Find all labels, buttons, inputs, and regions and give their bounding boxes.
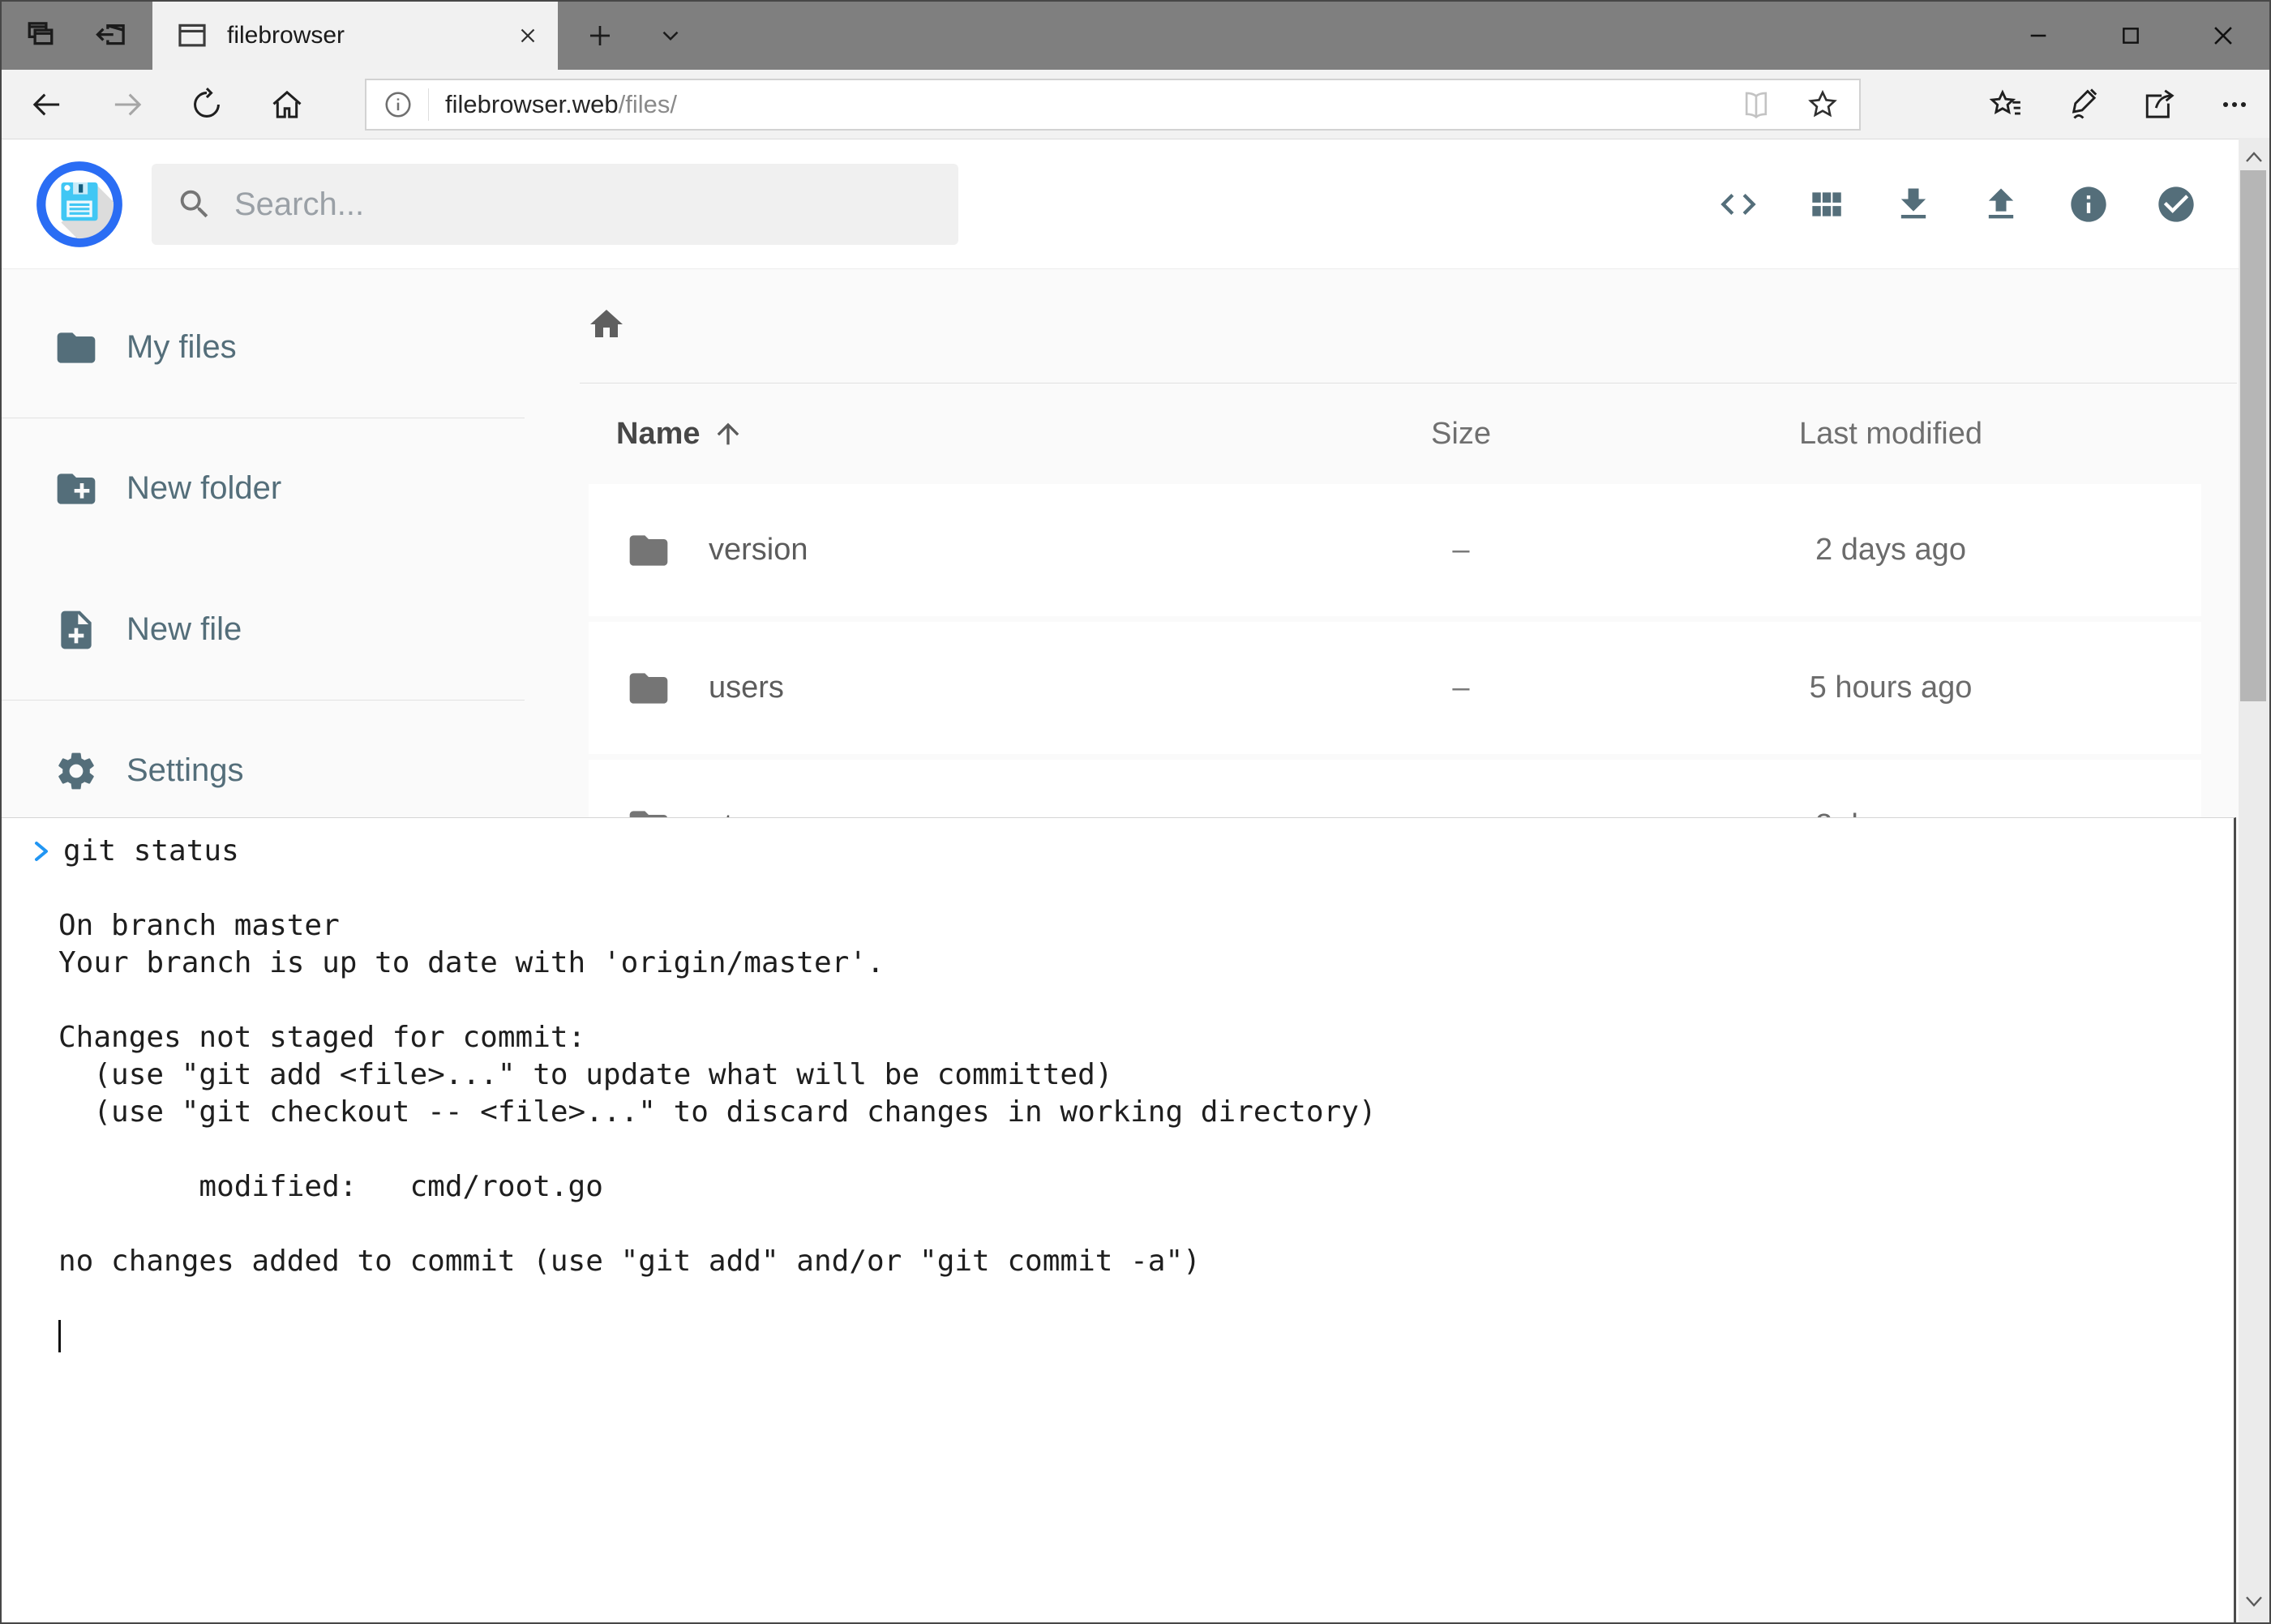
- listing-header: Name Size Last modified: [589, 384, 2201, 484]
- vertical-scrollbar[interactable]: [2239, 138, 2269, 1622]
- select-check-icon[interactable]: [2155, 183, 2197, 225]
- navbar: filebrowser.web/files/: [2, 70, 2269, 139]
- browser-tab[interactable]: filebrowser: [152, 2, 558, 70]
- breadcrumb-home-icon[interactable]: [587, 305, 626, 344]
- address-bar[interactable]: filebrowser.web/files/: [365, 79, 1861, 131]
- terminal-output-line: [58, 982, 2217, 1019]
- header-actions: [1717, 139, 2197, 269]
- sidebar-item-label: My files: [126, 329, 237, 366]
- scroll-up-icon[interactable]: [2241, 144, 2267, 170]
- terminal-output-line: no changes added to commit (use "git add…: [58, 1243, 2217, 1280]
- web-note-pen-icon[interactable]: [2063, 87, 2101, 122]
- file-modified: 2 days ago: [1580, 533, 2201, 568]
- minimize-button[interactable]: [1992, 2, 2085, 70]
- column-header-name[interactable]: Name: [589, 417, 1342, 452]
- file-name-cell: version: [589, 528, 1342, 573]
- site-info-icon[interactable]: [366, 89, 428, 120]
- refresh-icon[interactable]: [168, 70, 246, 139]
- file-row[interactable]: users – 5 hours ago: [589, 622, 2201, 754]
- settings-more-icon[interactable]: [2216, 87, 2253, 122]
- prompt-chevron-icon: [31, 838, 52, 865]
- titlebar: filebrowser: [2, 2, 2269, 70]
- url-host: filebrowser.web: [445, 90, 619, 118]
- sidebar-item-label: New folder: [126, 470, 281, 507]
- file-row[interactable]: version – 2 days ago: [589, 484, 2201, 616]
- url-text[interactable]: filebrowser.web/files/: [429, 90, 1739, 119]
- file-size: –: [1342, 533, 1580, 568]
- reading-view-icon[interactable]: [1739, 89, 1773, 120]
- app-header: [2, 139, 2269, 269]
- tab-list-chevron-icon[interactable]: [657, 22, 684, 49]
- search-bar[interactable]: [152, 164, 958, 245]
- terminal-output-line: [58, 1131, 2217, 1168]
- close-button[interactable]: [2177, 2, 2269, 70]
- file-modified: 5 hours ago: [1580, 671, 2201, 705]
- sort-ascending-icon: [712, 418, 744, 450]
- file-plus-icon: [54, 607, 99, 653]
- grid-view-icon[interactable]: [1805, 183, 1847, 225]
- back-icon[interactable]: [8, 70, 86, 139]
- maximize-button[interactable]: [2085, 2, 2177, 70]
- info-icon[interactable]: [2067, 183, 2110, 225]
- scroll-down-icon[interactable]: [2241, 1588, 2267, 1614]
- sidebar-item-label: New file: [126, 611, 242, 648]
- terminal-output-line: On branch master: [58, 907, 2217, 945]
- favorites-hub-icon[interactable]: [1987, 87, 2025, 122]
- window-controls: [1992, 2, 2269, 70]
- column-header-size[interactable]: Size: [1342, 417, 1580, 452]
- sidebar-block: My files: [2, 277, 525, 418]
- sidebar-item-label: Settings: [126, 752, 244, 789]
- sidebar-item[interactable]: New folder: [2, 418, 525, 559]
- terminal-prompt-line: git status: [58, 833, 2217, 870]
- sidebar-block: New file: [2, 559, 525, 701]
- terminal-output: On branch master Your branch is up to da…: [58, 870, 2217, 1318]
- terminal-command: git status: [63, 833, 239, 870]
- raw-code-icon[interactable]: [1717, 183, 1759, 225]
- terminal-output-line: (use "git add <file>..." to update what …: [58, 1056, 2217, 1094]
- tab-preview-icon[interactable]: [23, 18, 58, 54]
- terminal-output-line: Changes not staged for commit:: [58, 1019, 2217, 1056]
- sidebar-item[interactable]: My files: [2, 277, 525, 418]
- new-tab-icon[interactable]: [585, 21, 615, 50]
- terminal-cursor: [58, 1320, 61, 1352]
- terminal-output-line: [58, 1206, 2217, 1243]
- tab-title: filebrowser: [227, 22, 496, 49]
- file-name: version: [709, 533, 808, 568]
- file-name: users: [709, 671, 784, 705]
- file-size: –: [1342, 671, 1580, 705]
- column-header-modified[interactable]: Last modified: [1580, 417, 2201, 452]
- url-path: /files/: [619, 90, 677, 118]
- scrollbar-thumb[interactable]: [2240, 170, 2266, 701]
- terminal-output-line: modified: cmd/root.go: [58, 1168, 2217, 1206]
- search-input[interactable]: [213, 186, 934, 223]
- terminal-output-line: [58, 870, 2217, 907]
- search-icon: [176, 186, 213, 223]
- home-icon[interactable]: [248, 70, 326, 139]
- folder-icon: [626, 528, 671, 573]
- filebrowser-logo-icon: [36, 161, 123, 248]
- sidebar-item[interactable]: New file: [2, 559, 525, 700]
- folder-icon: [626, 666, 671, 711]
- sidebar-block: New folder: [2, 418, 525, 559]
- terminal-output-line: [58, 1280, 2217, 1318]
- upload-icon[interactable]: [1980, 183, 2022, 225]
- tab-close-icon[interactable]: [516, 24, 540, 48]
- terminal-output-line: (use "git checkout -- <file>..." to disc…: [58, 1094, 2217, 1131]
- folder-plus-icon: [54, 466, 99, 512]
- terminal-panel[interactable]: git status On branch master Your branch …: [2, 817, 2236, 1622]
- favorite-star-icon[interactable]: [1806, 88, 1840, 122]
- terminal-output-line: Your branch is up to date with 'origin/m…: [58, 945, 2217, 982]
- set-tabs-aside-icon[interactable]: [92, 18, 130, 54]
- folder-icon: [54, 325, 99, 371]
- download-icon[interactable]: [1892, 183, 1935, 225]
- forward-icon[interactable]: [88, 70, 166, 139]
- share-icon[interactable]: [2140, 87, 2177, 122]
- browser-window: filebrowser: [0, 0, 2271, 1624]
- gear-icon: [54, 748, 99, 794]
- tab-favicon-icon: [177, 20, 208, 51]
- file-name-cell: users: [589, 666, 1342, 711]
